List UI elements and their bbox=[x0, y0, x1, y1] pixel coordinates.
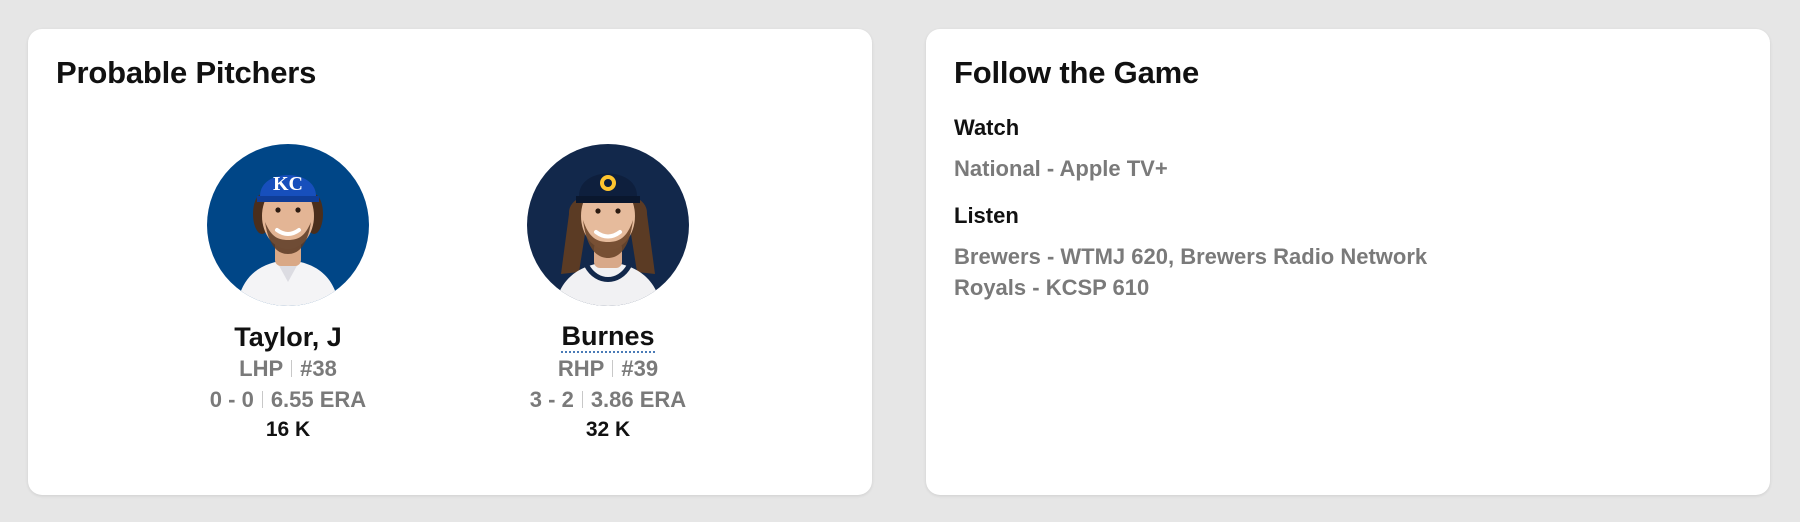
pitcher-record: 3 - 2 bbox=[529, 387, 574, 412]
pitcher-era: 6.55 ERA bbox=[270, 387, 367, 412]
pitcher-stats-burnes: 3 - 2 3.86 ERA bbox=[478, 384, 738, 415]
divider bbox=[581, 391, 583, 408]
probable-pitchers-title: Probable Pitchers bbox=[56, 55, 317, 90]
pitcher-taylor: KC Taylor, J LHP #38 0 - 0 6.55 ERA 16 K bbox=[158, 144, 418, 445]
pitcher-strikeouts-taylor: 16 K bbox=[265, 418, 311, 441]
brewers-player-headshot-icon bbox=[527, 144, 689, 306]
pitcher-strikeouts-burnes: 32 K bbox=[585, 418, 631, 441]
probable-pitchers-card: Probable Pitchers KC Taylor, J LHP #38 0… bbox=[28, 29, 872, 495]
listen-section: Listen Brewers - WTMJ 620, Brewers Radio… bbox=[954, 203, 1427, 303]
listen-broadcast-royals: Royals - KCSP 610 bbox=[954, 275, 1150, 300]
divider bbox=[291, 360, 293, 377]
pitcher-burnes: Burnes RHP #39 3 - 2 3.86 ERA 32 K bbox=[478, 144, 738, 445]
pitcher-number: #39 bbox=[621, 356, 659, 381]
divider bbox=[612, 360, 614, 377]
pitcher-position-burnes: RHP #39 bbox=[478, 353, 738, 384]
listen-heading: Listen bbox=[954, 203, 1019, 228]
pitcher-number: #38 bbox=[300, 356, 337, 381]
royals-player-headshot-icon: KC bbox=[207, 144, 369, 306]
follow-the-game-title: Follow the Game bbox=[954, 55, 1200, 90]
pitcher-photo-burnes[interactable] bbox=[527, 144, 689, 306]
pitcher-throws: LHP bbox=[239, 356, 284, 381]
pitcher-name-taylor[interactable]: Taylor, J bbox=[234, 321, 342, 353]
watch-section: Watch National - Apple TV+ bbox=[954, 115, 1168, 184]
royals-cap-logo: KC bbox=[273, 173, 303, 195]
pitcher-record: 0 - 0 bbox=[209, 387, 254, 412]
listen-broadcast-brewers: Brewers - WTMJ 620, Brewers Radio Networ… bbox=[954, 244, 1428, 269]
watch-heading: Watch bbox=[954, 115, 1020, 140]
pitcher-stats-taylor: 0 - 0 6.55 ERA bbox=[158, 384, 418, 415]
pitcher-throws: RHP bbox=[557, 356, 605, 381]
pitcher-position-taylor: LHP #38 bbox=[158, 353, 418, 384]
pitcher-photo-taylor[interactable]: KC bbox=[207, 144, 369, 306]
watch-broadcast: National - Apple TV+ bbox=[954, 156, 1168, 181]
pitcher-era: 3.86 ERA bbox=[590, 387, 687, 412]
divider bbox=[261, 391, 263, 408]
pitcher-name-burnes[interactable]: Burnes bbox=[561, 321, 655, 353]
follow-the-game-card: Follow the Game Watch National - Apple T… bbox=[926, 29, 1770, 495]
